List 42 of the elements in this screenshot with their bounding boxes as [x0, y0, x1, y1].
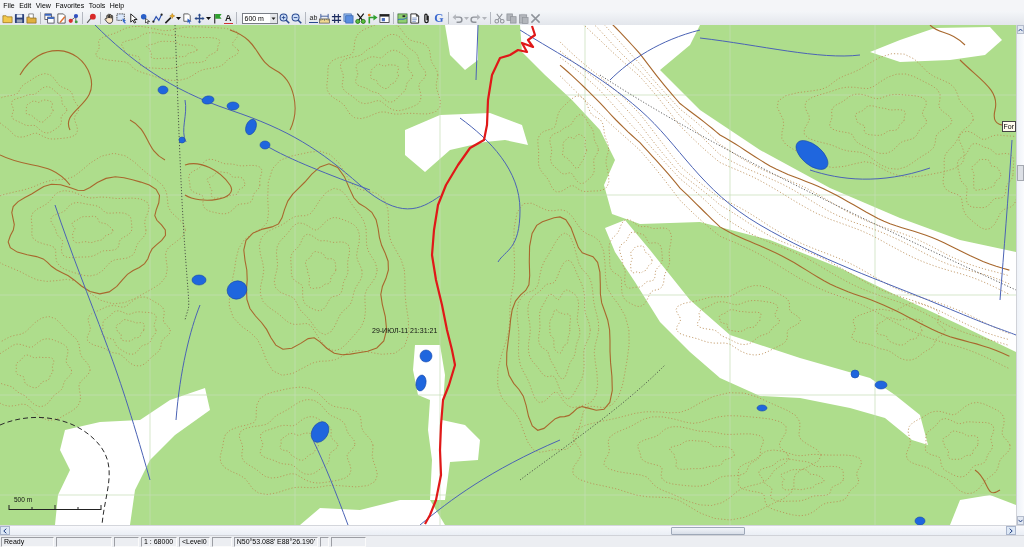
- status-panel: [114, 536, 139, 547]
- window-icon[interactable]: [379, 12, 391, 24]
- chevron-left-icon: [3, 527, 7, 534]
- point-cursor-icon[interactable]: [140, 12, 151, 24]
- zoom-out-icon[interactable]: [290, 12, 302, 24]
- status-panel: [211, 536, 232, 547]
- grid-icon[interactable]: [331, 12, 343, 24]
- scroll-right-button[interactable]: [1006, 526, 1016, 535]
- page-pencil-icon[interactable]: [56, 12, 67, 24]
- horizontal-scrollbar[interactable]: [0, 525, 1024, 535]
- status-panel: [56, 536, 112, 547]
- chevron-up-icon: [1018, 27, 1023, 32]
- scroll-down-button[interactable]: [1017, 516, 1024, 525]
- selection-rectangle-icon[interactable]: [116, 12, 127, 24]
- scroll-up-button[interactable]: [1017, 25, 1024, 34]
- hand-icon[interactable]: [104, 12, 115, 24]
- polyline-icon[interactable]: [152, 12, 163, 24]
- page-icon[interactable]: [409, 12, 421, 24]
- window-stack-icon[interactable]: [44, 12, 55, 24]
- chevron-down-icon: [1018, 518, 1023, 523]
- move-arrows-icon[interactable]: [194, 12, 205, 24]
- page-cursor-icon[interactable]: [182, 12, 193, 24]
- map-icon[interactable]: [397, 12, 409, 24]
- chevron-right-icon: [1009, 527, 1013, 534]
- caret-icon: [269, 13, 277, 23]
- connected-dots-icon[interactable]: [68, 12, 79, 24]
- caret-icon[interactable]: [206, 16, 211, 20]
- scrollbar-thumb[interactable]: [671, 526, 745, 535]
- layers-icon[interactable]: [343, 12, 355, 24]
- zoom-in-icon[interactable]: [278, 12, 290, 24]
- scissors-icon[interactable]: [355, 12, 367, 24]
- letter-button[interactable]: G: [433, 12, 445, 24]
- scrollbar-thumb[interactable]: [1017, 165, 1024, 181]
- flag-icon[interactable]: [212, 12, 223, 24]
- cursor-icon[interactable]: [128, 12, 139, 24]
- font-button[interactable]: A: [224, 12, 233, 24]
- ruler-icon[interactable]: [319, 12, 331, 24]
- magic-wand-icon[interactable]: [164, 12, 175, 24]
- pushpin-icon[interactable]: [86, 12, 97, 24]
- caret-icon[interactable]: [176, 16, 181, 20]
- scroll-left-button[interactable]: [0, 526, 10, 535]
- vertical-scrollbar[interactable]: [1016, 25, 1024, 525]
